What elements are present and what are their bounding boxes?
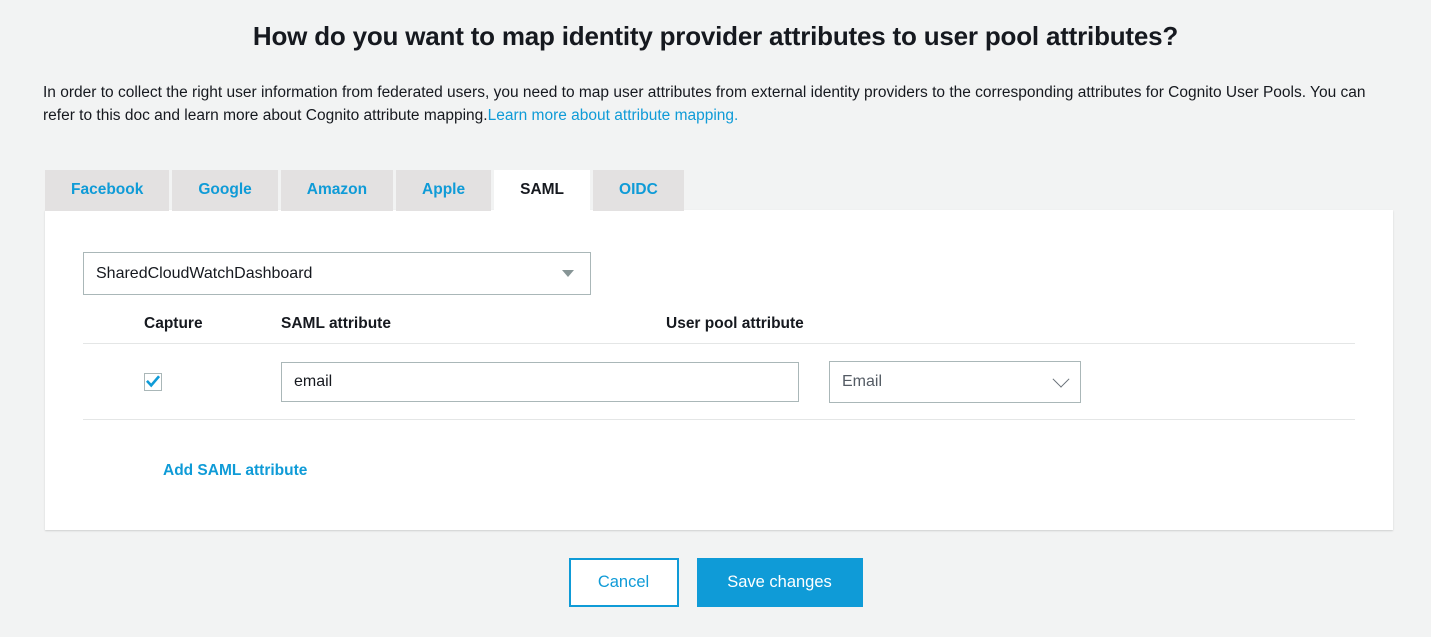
saml-attribute-input[interactable] xyxy=(281,362,799,402)
tab-saml[interactable]: SAML xyxy=(494,170,590,211)
intro-paragraph: In order to collect the right user infor… xyxy=(0,52,1431,127)
user-pool-attribute-value: Email xyxy=(842,373,1055,391)
column-header-saml-attribute: SAML attribute xyxy=(281,315,666,333)
table-header-row: Capture SAML attribute User pool attribu… xyxy=(83,315,1355,344)
add-saml-attribute-link[interactable]: Add SAML attribute xyxy=(163,462,307,480)
cell-saml-attribute xyxy=(281,362,829,402)
tab-apple[interactable]: Apple xyxy=(396,170,491,211)
cancel-button[interactable]: Cancel xyxy=(569,558,679,607)
tab-google[interactable]: Google xyxy=(172,170,277,211)
chevron-down-icon xyxy=(1053,370,1070,387)
learn-more-link[interactable]: Learn more about attribute mapping. xyxy=(488,107,739,124)
attribute-mapping-page: How do you want to map identity provider… xyxy=(0,0,1431,637)
column-header-capture: Capture xyxy=(83,315,281,333)
page-title: How do you want to map identity provider… xyxy=(0,0,1431,52)
cell-user-pool-attribute: Email xyxy=(829,361,1081,403)
capture-checkbox[interactable] xyxy=(144,373,162,391)
tab-facebook[interactable]: Facebook xyxy=(45,170,169,211)
cell-capture xyxy=(83,373,281,391)
table-row: Email xyxy=(83,344,1355,420)
user-pool-attribute-select[interactable]: Email xyxy=(829,361,1081,403)
column-header-user-pool-attribute: User pool attribute xyxy=(666,315,1046,333)
attribute-mapping-table: Capture SAML attribute User pool attribu… xyxy=(83,315,1355,420)
tab-oidc[interactable]: OIDC xyxy=(593,170,684,211)
saml-provider-value: SharedCloudWatchDashboard xyxy=(96,265,562,283)
saml-provider-select[interactable]: SharedCloudWatchDashboard xyxy=(83,252,591,295)
tab-amazon[interactable]: Amazon xyxy=(281,170,393,211)
saml-mapping-card: SharedCloudWatchDashboard Capture SAML a… xyxy=(45,210,1393,530)
caret-down-icon xyxy=(562,270,574,277)
footer-actions: Cancel Save changes xyxy=(0,558,1431,607)
check-icon xyxy=(146,375,160,389)
save-changes-button[interactable]: Save changes xyxy=(697,558,863,607)
provider-tabs: Facebook Google Amazon Apple SAML OIDC xyxy=(45,170,684,211)
